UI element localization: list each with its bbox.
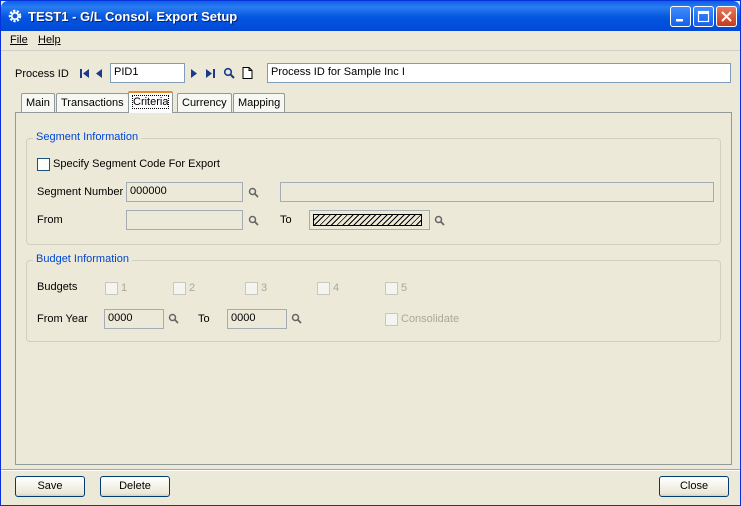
- maximize-button[interactable]: [693, 6, 714, 27]
- budget-1-checkbox[interactable]: [105, 282, 118, 295]
- prev-icon[interactable]: [95, 68, 103, 79]
- from-year-label: From Year: [37, 313, 88, 325]
- footer-separator: [1, 469, 740, 471]
- segment-to-input[interactable]: [309, 210, 430, 230]
- close-button[interactable]: Close: [659, 476, 729, 497]
- menu-help[interactable]: Help: [38, 34, 61, 46]
- process-id-input[interactable]: PID1: [110, 63, 185, 83]
- segment-from-search-icon[interactable]: [248, 215, 259, 226]
- minimize-button[interactable]: [670, 6, 691, 27]
- search-icon[interactable]: [223, 67, 235, 79]
- tab-transactions[interactable]: Transactions: [56, 93, 129, 112]
- save-button[interactable]: Save: [15, 476, 85, 497]
- title-bar[interactable]: TEST1 - G/L Consol. Export Setup: [1, 1, 740, 31]
- from-year-search-icon[interactable]: [168, 313, 179, 324]
- consolidate-checkbox[interactable]: [385, 313, 398, 326]
- to-year-search-icon[interactable]: [291, 313, 302, 324]
- budget-4-label: 4: [333, 282, 340, 294]
- budget-3-checkbox[interactable]: [245, 282, 258, 295]
- menu-help-label: Help: [38, 34, 61, 46]
- tab-main[interactable]: Main: [21, 93, 55, 112]
- budgets-label: Budgets: [37, 281, 78, 293]
- segment-from-input[interactable]: [126, 210, 243, 230]
- tab-transactions-label: Transactions: [61, 97, 124, 109]
- specify-segment-label: Specify Segment Code For Export: [53, 158, 220, 170]
- process-description-input[interactable]: Process ID for Sample Inc I: [267, 63, 731, 83]
- tab-criteria[interactable]: Criteria: [128, 91, 174, 113]
- to-year-label: To: [198, 313, 210, 325]
- maximize-icon: [697, 10, 710, 23]
- segment-to-search-icon[interactable]: [434, 215, 445, 226]
- budget-2-checkbox[interactable]: [173, 282, 186, 295]
- budget-1-label: 1: [121, 282, 128, 294]
- segment-number-description: [280, 182, 714, 202]
- process-id-label: Process ID: [15, 68, 69, 80]
- budget-4-checkbox[interactable]: [317, 282, 330, 295]
- tab-main-label: Main: [26, 97, 50, 109]
- segment-number-search-icon[interactable]: [248, 187, 259, 198]
- segment-to-hatched-value: [313, 214, 422, 226]
- first-icon[interactable]: [79, 68, 90, 79]
- budget-information-title: Budget Information: [33, 253, 132, 265]
- segment-to-label: To: [280, 214, 292, 226]
- tab-currency[interactable]: Currency: [177, 93, 232, 112]
- tab-mapping[interactable]: Mapping: [233, 93, 286, 112]
- next-icon[interactable]: [190, 68, 198, 79]
- budget-3-label: 3: [261, 282, 268, 294]
- consolidate-label: Consolidate: [401, 313, 460, 325]
- window: TEST1 - G/L Consol. Export Setup File He…: [0, 0, 741, 506]
- gear-icon: [8, 9, 22, 23]
- segment-information-group: Segment Information Specify Segment Code…: [26, 131, 721, 245]
- window-title: TEST1 - G/L Consol. Export Setup: [28, 9, 238, 24]
- new-document-icon[interactable]: [242, 67, 253, 79]
- menu-file[interactable]: File: [10, 34, 28, 46]
- segment-number-label: Segment Number: [37, 186, 124, 198]
- specify-segment-checkbox[interactable]: [37, 158, 50, 171]
- delete-button[interactable]: Delete: [100, 476, 170, 497]
- from-year-input[interactable]: 0000: [104, 309, 164, 329]
- close-icon: [721, 11, 732, 22]
- save-button-label: Save: [37, 480, 63, 492]
- last-icon[interactable]: [205, 68, 216, 79]
- tab-mapping-label: Mapping: [238, 97, 281, 109]
- budget-5-checkbox[interactable]: [385, 282, 398, 295]
- delete-button-label: Delete: [119, 480, 151, 492]
- budget-2-label: 2: [189, 282, 196, 294]
- segment-information-title: Segment Information: [33, 131, 142, 143]
- close-window-button[interactable]: [716, 6, 737, 27]
- tab-currency-label: Currency: [182, 97, 227, 109]
- tab-criteria-label: Criteria: [131, 95, 170, 109]
- close-button-label: Close: [679, 480, 709, 492]
- to-year-input[interactable]: 0000: [227, 309, 287, 329]
- segment-from-label: From: [37, 214, 63, 226]
- minimize-icon: [676, 19, 683, 22]
- criteria-panel: Segment Information Specify Segment Code…: [15, 112, 732, 465]
- budget-information-group: Budget Information Budgets 1 2 3 4 5 Fro…: [26, 253, 721, 342]
- menu-bar: File Help: [1, 31, 740, 51]
- budget-5-label: 5: [401, 282, 408, 294]
- menu-file-label: File: [10, 34, 28, 46]
- segment-number-input[interactable]: 000000: [126, 182, 243, 202]
